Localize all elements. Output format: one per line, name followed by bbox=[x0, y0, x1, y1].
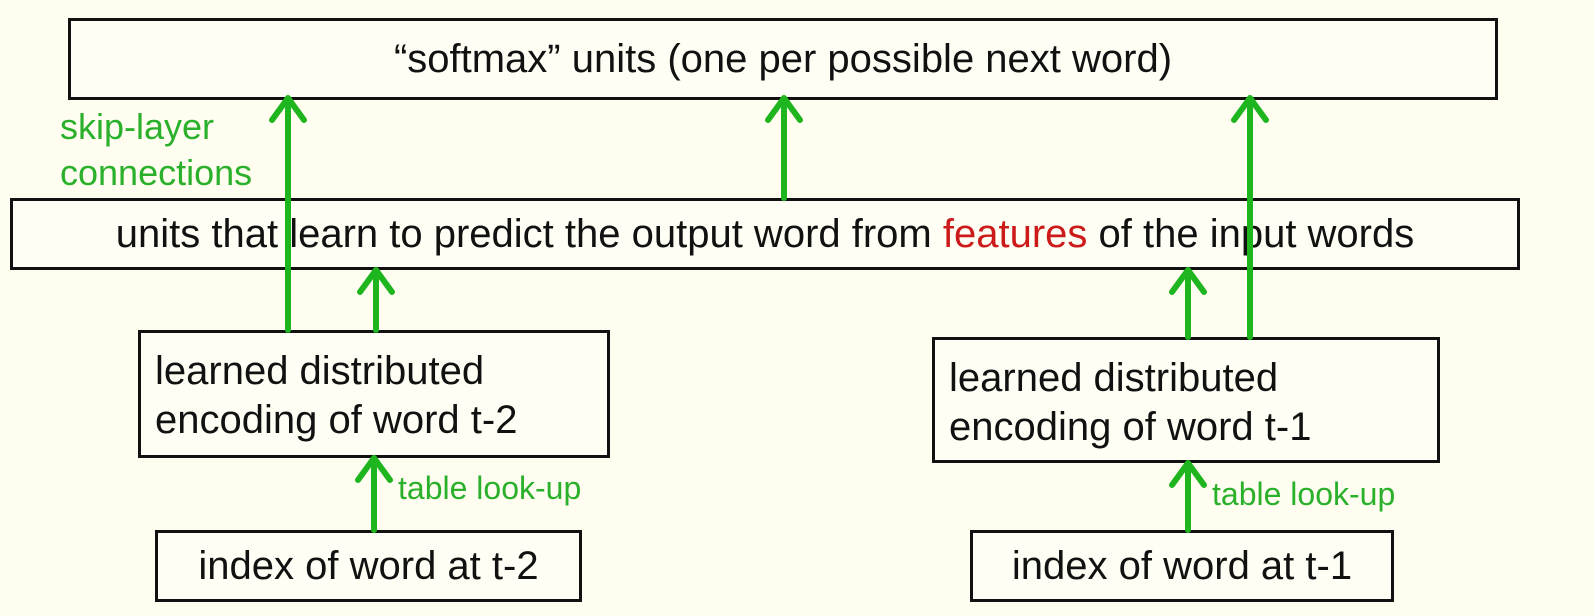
encoding-t1-to-hidden-arrow bbox=[1169, 267, 1207, 340]
connection-arrows bbox=[269, 95, 1269, 533]
lookup-arrow-right bbox=[1169, 460, 1207, 533]
hidden-to-softmax-arrow bbox=[765, 95, 803, 201]
skip-arrow-right bbox=[1231, 95, 1269, 340]
lookup-arrow-left bbox=[355, 455, 393, 533]
skip-arrow-left bbox=[269, 95, 307, 333]
encoding-t2-to-hidden-arrow bbox=[357, 267, 395, 333]
